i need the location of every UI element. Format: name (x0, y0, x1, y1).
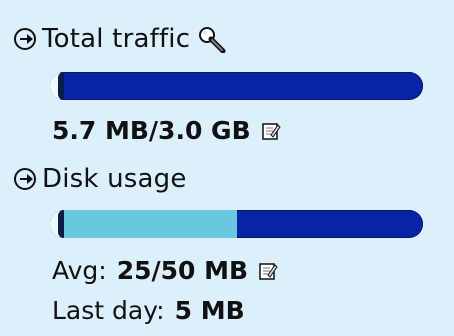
disk-usage-last-day-row: Last day: 5 MB (52, 296, 245, 325)
disk-usage-average-row: Avg: 25/50 MB (52, 256, 278, 285)
total-traffic-label: Total traffic (42, 24, 191, 54)
average-value: 25/50 MB (116, 256, 249, 285)
expand-arrow-icon[interactable] (14, 168, 36, 190)
disk-usage-progress-fill (50, 210, 237, 238)
edit-icon[interactable] (258, 261, 278, 281)
total-traffic-section-title: Total traffic (14, 22, 228, 56)
total-traffic-value: 5.7 MB/3.0 GB (52, 116, 251, 145)
progress-bar-cap (50, 210, 64, 238)
expand-arrow-icon[interactable] (14, 28, 36, 50)
search-icon[interactable] (196, 25, 228, 53)
disk-usage-label: Disk usage (42, 164, 187, 194)
progress-bar-cap (50, 72, 64, 100)
last-day-value: 5 MB (174, 296, 245, 325)
last-day-label: Last day: (52, 296, 165, 325)
usage-panel: Total traffic 5.7 MB/3.0 GB Disk usage A… (0, 0, 454, 336)
average-label: Avg: (52, 256, 107, 285)
disk-usage-progress-bar (50, 210, 423, 238)
disk-usage-section-title: Disk usage (14, 162, 187, 196)
total-traffic-progress-bar (50, 72, 423, 100)
total-traffic-value-row: 5.7 MB/3.0 GB (52, 116, 281, 145)
edit-icon[interactable] (261, 121, 281, 141)
